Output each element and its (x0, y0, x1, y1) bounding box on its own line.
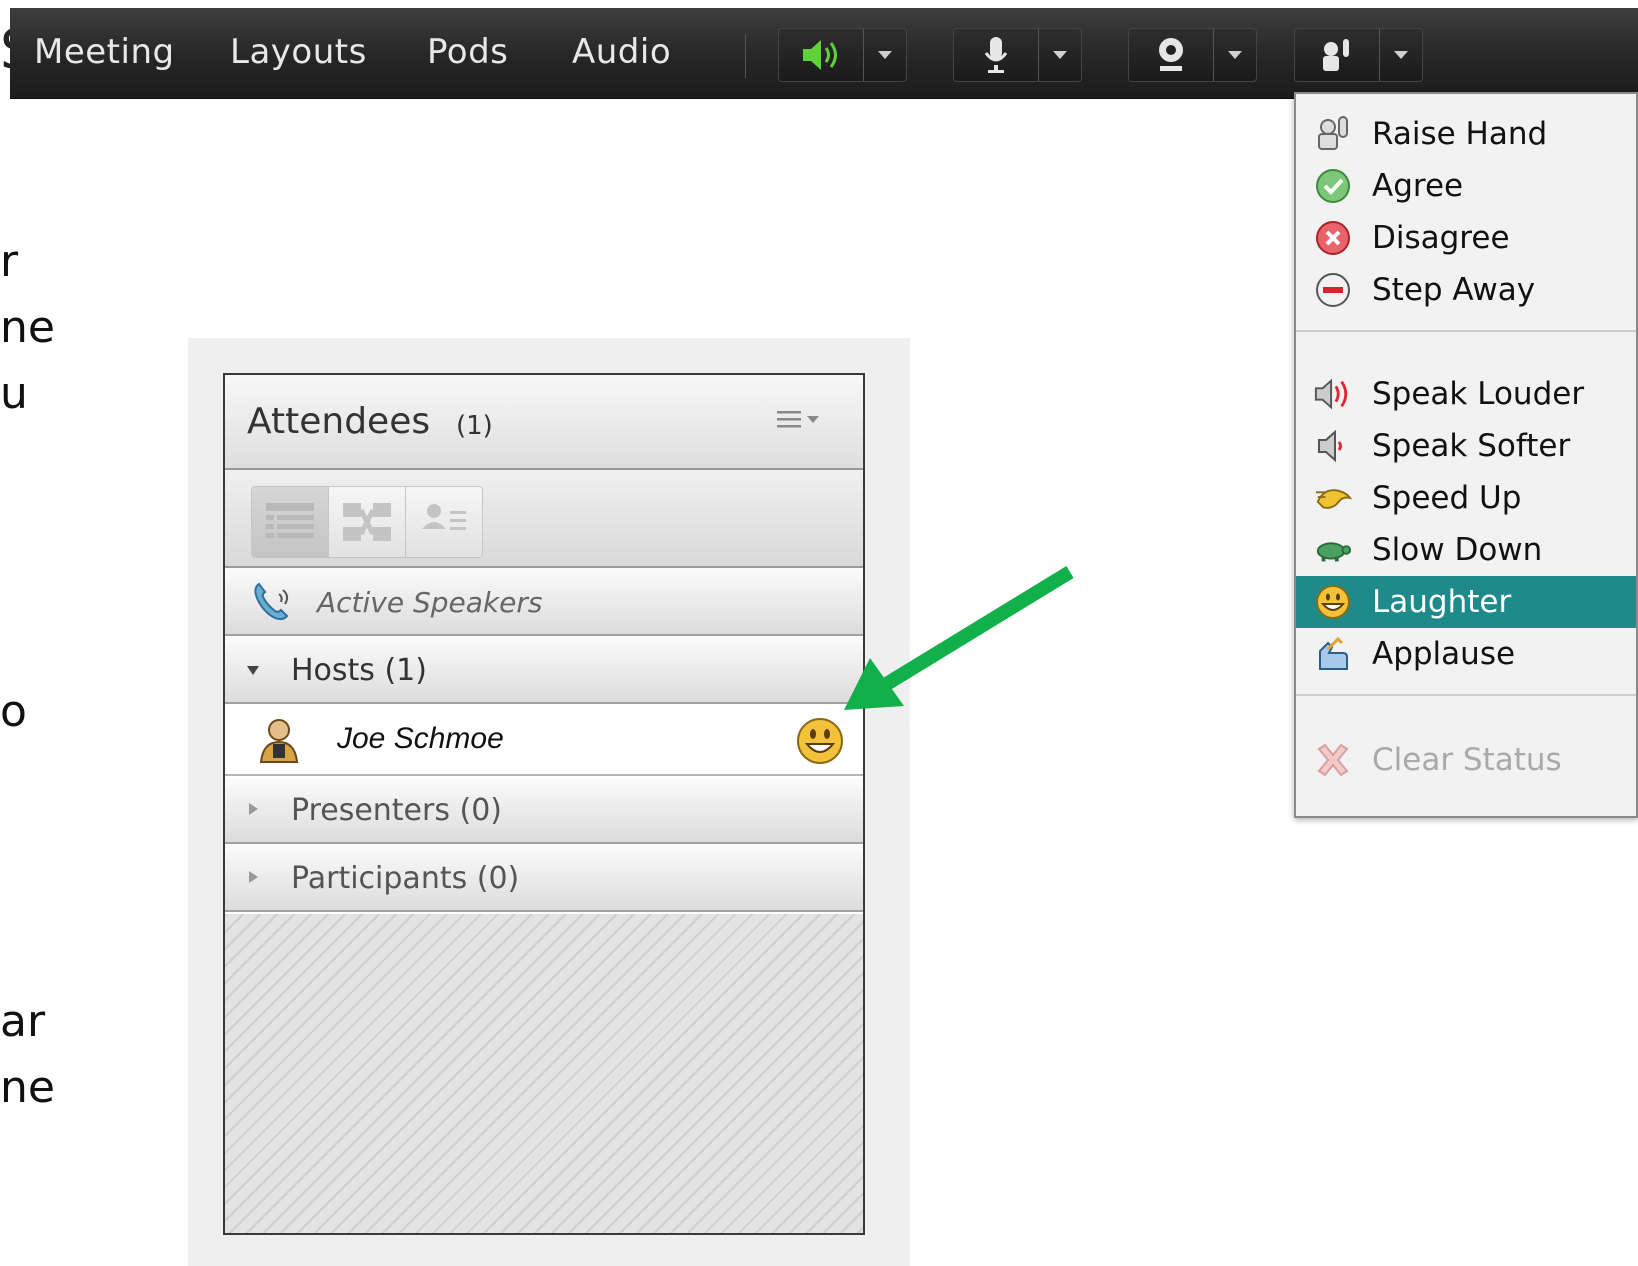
step-away-icon (1314, 271, 1352, 309)
webcam-dropdown-button[interactable] (1213, 29, 1256, 81)
slide-text-fragment: u (0, 368, 28, 419)
speaker-dropdown-button[interactable] (863, 29, 906, 81)
status-button[interactable] (1294, 28, 1423, 82)
presenters-group-row[interactable]: Presenters (0) (225, 778, 863, 844)
microphone-dropdown-button[interactable] (1038, 29, 1081, 81)
raise-hand-icon (1314, 115, 1352, 153)
view-toggle-group (251, 486, 483, 558)
menu-item-label: Agree (1372, 168, 1464, 204)
menu-item-label: Slow Down (1372, 532, 1543, 568)
attendee-row[interactable]: Joe Schmoe (225, 706, 863, 776)
menu-layouts[interactable]: Layouts (230, 32, 367, 72)
microphone-icon (954, 29, 1038, 81)
menu-divider (745, 34, 746, 78)
webcam-icon (1129, 29, 1213, 81)
pod-header: Attendees (1) (225, 375, 863, 470)
menu-item-laughter[interactable]: Laughter (1296, 576, 1636, 628)
list-view-button[interactable] (252, 487, 329, 557)
laughter-icon (1314, 583, 1352, 621)
annotation-arrow (844, 566, 1074, 710)
menu-item-label: Laughter (1372, 584, 1512, 620)
menu-item-disagree[interactable]: Disagree (1296, 212, 1636, 264)
menu-item-raise-hand[interactable]: Raise Hand (1296, 108, 1636, 160)
host-avatar-icon (255, 716, 303, 770)
expand-arrow-icon (249, 871, 258, 883)
menu-item-clear-status: Clear Status (1296, 734, 1636, 786)
phone-speaker-icon (251, 580, 297, 628)
menu-item-label: Clear Status (1372, 742, 1562, 778)
speak-louder-icon (1314, 375, 1352, 413)
menu-item-label: Raise Hand (1372, 116, 1548, 152)
menu-divider (1296, 330, 1636, 332)
participants-group-label: Participants (0) (291, 861, 520, 896)
speed-up-icon (1314, 479, 1352, 517)
webcam-toggle-button[interactable] (1128, 28, 1257, 82)
menu-item-label: Step Away (1372, 272, 1536, 308)
menu-meeting[interactable]: Meeting (34, 32, 175, 72)
menu-audio[interactable]: Audio (572, 32, 671, 72)
microphone-toggle-button[interactable] (953, 28, 1082, 82)
breakout-view-icon (343, 503, 391, 541)
attendees-pod: Attendees (1) Active Speakers Hosts (1) … (223, 373, 865, 1235)
laughter-status-icon (795, 716, 845, 770)
speaker-toggle-button[interactable] (778, 28, 907, 82)
menu-pods[interactable]: Pods (427, 32, 508, 72)
pod-title: Attendees (247, 401, 431, 442)
chevron-down-icon (1394, 51, 1408, 59)
disagree-icon (1314, 219, 1352, 257)
slide-text-fragment: r (0, 236, 19, 287)
slide-text-fragment: ne (0, 302, 55, 353)
menu-divider (1296, 694, 1636, 696)
clear-status-icon (1314, 741, 1352, 779)
attendee-count: (1) (456, 411, 493, 441)
speaker-icon (779, 29, 863, 81)
menu-item-label: Speak Softer (1372, 428, 1571, 464)
view-toggle-bar (225, 470, 863, 568)
applause-icon (1314, 635, 1352, 673)
menu-item-label: Speak Louder (1372, 376, 1585, 412)
menu-item-label: Applause (1372, 636, 1516, 672)
expand-arrow-icon (249, 803, 258, 815)
menu-item-label: Disagree (1372, 220, 1510, 256)
menu-item-slow-down[interactable]: Slow Down (1296, 524, 1636, 576)
menu-item-speak-louder[interactable]: Speak Louder (1296, 368, 1636, 420)
active-speakers-row: Active Speakers (225, 568, 863, 636)
active-speakers-label: Active Speakers (317, 586, 543, 619)
chevron-down-icon (1228, 51, 1242, 59)
raise-hand-status-icon (1295, 29, 1379, 81)
menu-item-speed-up[interactable]: Speed Up (1296, 472, 1636, 524)
list-view-icon (266, 503, 314, 538)
hosts-group-label: Hosts (1) (291, 653, 427, 688)
presenters-group-label: Presenters (0) (291, 793, 503, 828)
slow-down-icon (1314, 531, 1352, 569)
menu-item-step-away[interactable]: Step Away (1296, 264, 1636, 316)
attendee-status-view-icon (422, 504, 466, 530)
chevron-down-icon (1053, 51, 1067, 59)
slide-text-fragment: o (0, 686, 27, 737)
empty-list-area (225, 914, 863, 1233)
chevron-down-icon (878, 51, 892, 59)
breakout-view-button[interactable] (329, 487, 406, 557)
menu-item-applause[interactable]: Applause (1296, 628, 1636, 680)
menu-item-speak-softer[interactable]: Speak Softer (1296, 420, 1636, 472)
expand-arrow-icon (247, 666, 259, 675)
menu-item-label: Speed Up (1372, 480, 1522, 516)
attendee-status-view-button[interactable] (406, 487, 482, 557)
status-dropdown-menu: Raise Hand Agree Disagree Step Away Spea… (1294, 92, 1638, 818)
participants-group-row[interactable]: Participants (0) (225, 846, 863, 912)
attendee-name: Joe Schmoe (337, 722, 504, 755)
slide-text-fragment: ne (0, 1062, 55, 1113)
speak-softer-icon (1314, 427, 1352, 465)
menu-item-agree[interactable]: Agree (1296, 160, 1636, 212)
status-dropdown-button[interactable] (1379, 29, 1422, 81)
hosts-group-row[interactable]: Hosts (1) (225, 638, 863, 704)
slide-text-fragment: ar (0, 996, 46, 1047)
agree-icon (1314, 167, 1352, 205)
pod-options-menu-icon[interactable] (775, 407, 825, 439)
meeting-menubar: Meeting Layouts Pods Audio (10, 8, 1638, 99)
